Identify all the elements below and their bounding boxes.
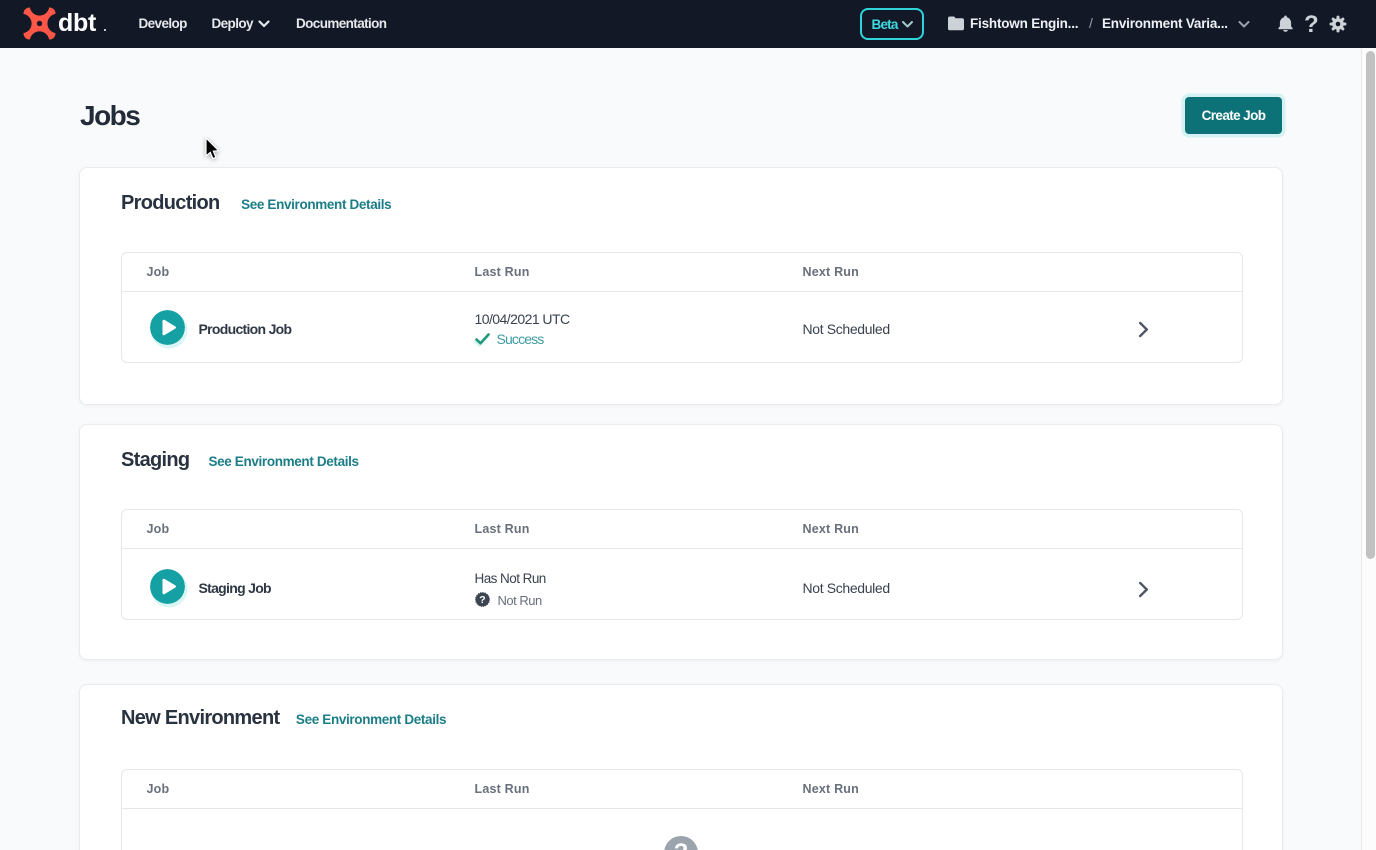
svg-text:?: ? (479, 594, 485, 606)
